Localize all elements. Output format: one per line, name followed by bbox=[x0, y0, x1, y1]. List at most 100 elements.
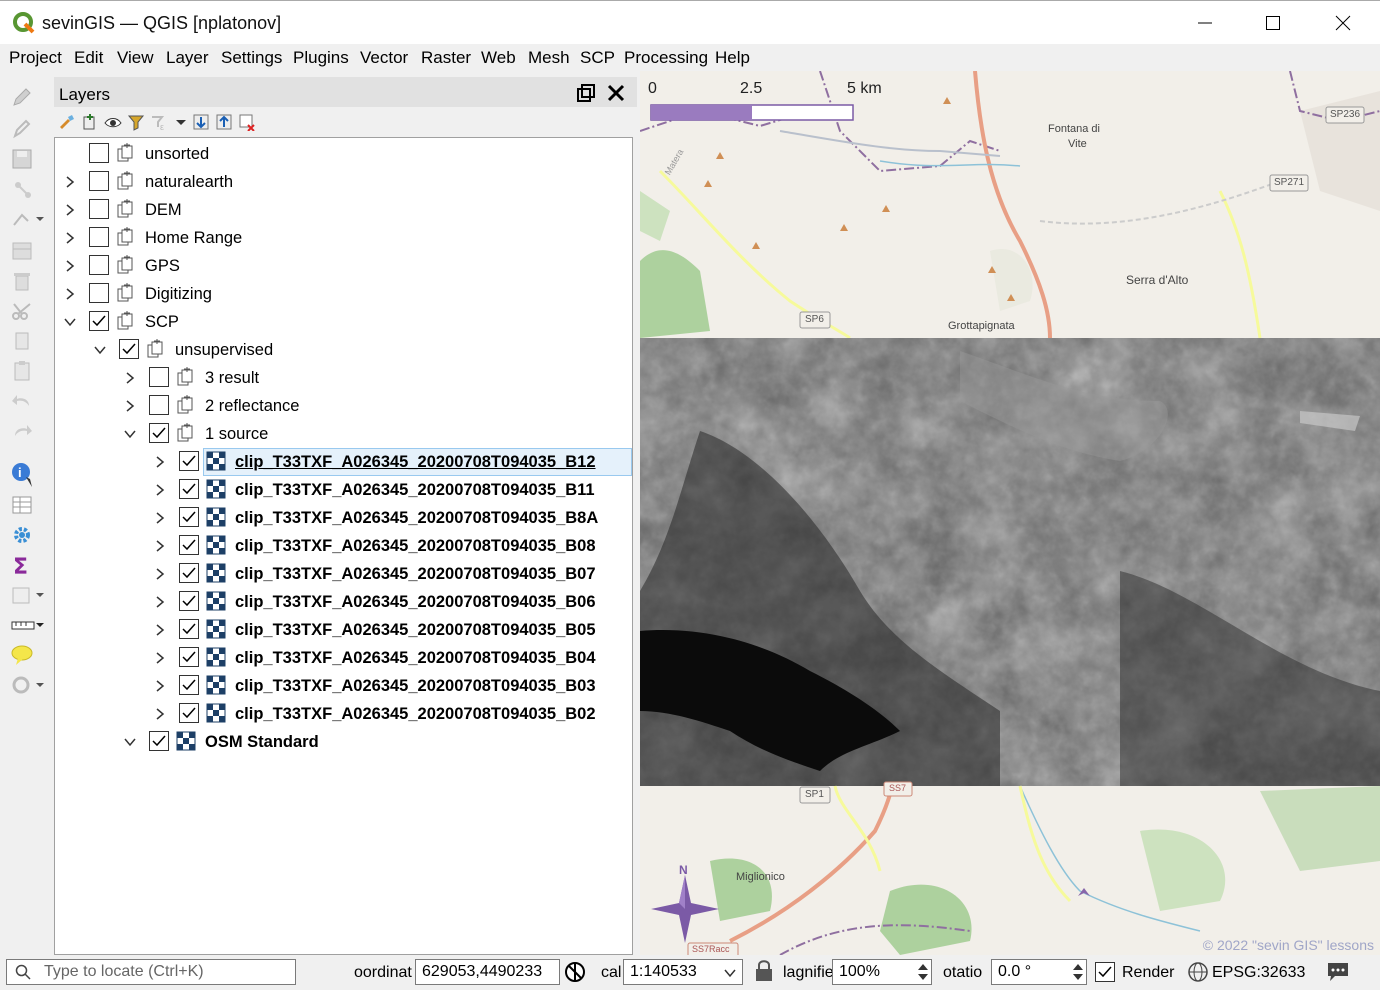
layer-tree-row[interactable]: clip_T33TXF_A026345_20200708T094035_B02 bbox=[55, 700, 632, 728]
layer-checkbox[interactable] bbox=[179, 535, 199, 555]
chevron-right-icon[interactable] bbox=[153, 679, 167, 693]
manage-visibility-icon[interactable] bbox=[104, 113, 122, 131]
menu-web[interactable]: Web bbox=[481, 48, 516, 68]
lock-icon[interactable] bbox=[754, 959, 774, 985]
locator-button[interactable] bbox=[10, 671, 44, 699]
layer-checkbox[interactable] bbox=[149, 731, 169, 751]
layer-tree-row[interactable]: clip_T33TXF_A026345_20200708T094035_B8A bbox=[55, 504, 632, 532]
layer-tree-row[interactable]: 3 result bbox=[55, 364, 632, 392]
messages-icon[interactable] bbox=[1325, 960, 1351, 986]
menu-scp[interactable]: SCP bbox=[580, 48, 615, 68]
style-manager-icon[interactable] bbox=[58, 113, 76, 131]
filter-legend-icon[interactable] bbox=[127, 113, 145, 131]
magnifier-spinbox[interactable]: 100% bbox=[832, 959, 932, 985]
save-edits-button[interactable] bbox=[10, 145, 44, 173]
chevron-right-icon[interactable] bbox=[153, 651, 167, 665]
layer-checkbox[interactable] bbox=[89, 311, 109, 331]
chevron-right-icon[interactable] bbox=[153, 567, 167, 581]
menu-help[interactable]: Help bbox=[715, 48, 750, 68]
map-tips-button[interactable] bbox=[10, 641, 44, 669]
chevron-right-icon[interactable] bbox=[123, 371, 137, 385]
paste-features-button[interactable] bbox=[10, 357, 44, 385]
float-panel-icon[interactable] bbox=[576, 83, 596, 103]
edit-button[interactable] bbox=[10, 115, 44, 143]
menu-settings[interactable]: Settings bbox=[221, 48, 282, 68]
chevron-down-icon[interactable] bbox=[93, 343, 107, 357]
layer-checkbox[interactable] bbox=[89, 171, 109, 191]
layer-checkbox[interactable] bbox=[89, 255, 109, 275]
attribute-table-button[interactable] bbox=[10, 491, 44, 519]
layer-tree-row[interactable]: DEM bbox=[55, 196, 632, 224]
layer-tree-row[interactable]: OSM Standard bbox=[55, 728, 632, 756]
chevron-right-icon[interactable] bbox=[63, 259, 77, 273]
layer-checkbox[interactable] bbox=[119, 339, 139, 359]
chevron-right-icon[interactable] bbox=[123, 399, 137, 413]
cut-features-button[interactable] bbox=[10, 297, 44, 325]
layer-tree-row-selected[interactable]: clip_T33TXF_A026345_20200708T094035_B12 bbox=[55, 448, 632, 476]
chevron-right-icon[interactable] bbox=[63, 287, 77, 301]
render-checkbox[interactable] bbox=[1095, 962, 1115, 982]
menu-view[interactable]: View bbox=[117, 48, 154, 68]
menu-edit[interactable]: Edit bbox=[74, 48, 103, 68]
menu-project[interactable]: Project bbox=[9, 48, 62, 68]
layer-tree-row[interactable]: GPS bbox=[55, 252, 632, 280]
collapse-all-icon[interactable] bbox=[215, 113, 233, 131]
layer-tree-row[interactable]: clip_T33TXF_A026345_20200708T094035_B06 bbox=[55, 588, 632, 616]
layer-checkbox[interactable] bbox=[149, 367, 169, 387]
layer-tree-row[interactable]: clip_T33TXF_A026345_20200708T094035_B05 bbox=[55, 616, 632, 644]
layer-checkbox[interactable] bbox=[89, 199, 109, 219]
chevron-right-icon[interactable] bbox=[63, 231, 77, 245]
measure-button[interactable] bbox=[10, 611, 44, 639]
toggle-extents-icon[interactable] bbox=[563, 960, 587, 986]
layer-checkbox[interactable] bbox=[179, 647, 199, 667]
layer-checkbox[interactable] bbox=[89, 143, 109, 163]
add-feature-button[interactable] bbox=[10, 175, 44, 203]
identify-features-button[interactable]: i bbox=[10, 461, 44, 489]
layer-tree-row[interactable]: naturalearth bbox=[55, 168, 632, 196]
layer-tree-row[interactable]: Digitizing bbox=[55, 280, 632, 308]
delete-selected-button[interactable] bbox=[10, 267, 44, 295]
layer-tree-row[interactable]: clip_T33TXF_A026345_20200708T094035_B07 bbox=[55, 560, 632, 588]
field-calculator-button[interactable] bbox=[10, 581, 44, 609]
layer-checkbox[interactable] bbox=[179, 451, 199, 471]
globe-icon[interactable] bbox=[1187, 961, 1209, 987]
chevron-down-icon[interactable] bbox=[123, 735, 137, 749]
chevron-right-icon[interactable] bbox=[153, 623, 167, 637]
chevron-down-icon[interactable] bbox=[123, 427, 137, 441]
layer-checkbox[interactable] bbox=[179, 591, 199, 611]
layer-tree-row[interactable]: Home Range bbox=[55, 224, 632, 252]
chevron-down-icon[interactable] bbox=[63, 315, 77, 329]
vertex-tool-button[interactable] bbox=[10, 205, 44, 233]
chevron-right-icon[interactable] bbox=[153, 539, 167, 553]
layer-checkbox[interactable] bbox=[149, 423, 169, 443]
layer-checkbox[interactable] bbox=[89, 283, 109, 303]
layer-checkbox[interactable] bbox=[179, 507, 199, 527]
undo-button[interactable] bbox=[10, 387, 44, 415]
layer-tree[interactable]: unsorted naturalearth DEM Home Range GPS bbox=[54, 137, 633, 955]
redo-button[interactable] bbox=[10, 417, 44, 445]
layer-checkbox[interactable] bbox=[179, 563, 199, 583]
layer-tree-row[interactable]: clip_T33TXF_A026345_20200708T094035_B11 bbox=[55, 476, 632, 504]
add-group-icon[interactable] bbox=[81, 113, 99, 131]
layer-tree-row[interactable]: clip_T33TXF_A026345_20200708T094035_B08 bbox=[55, 532, 632, 560]
menu-mesh[interactable]: Mesh bbox=[528, 48, 570, 68]
menu-raster[interactable]: Raster bbox=[421, 48, 471, 68]
layer-tree-row[interactable]: unsorted bbox=[55, 140, 632, 168]
chevron-right-icon[interactable] bbox=[153, 511, 167, 525]
remove-layer-icon[interactable] bbox=[238, 113, 256, 131]
layer-tree-row[interactable]: unsupervised bbox=[55, 336, 632, 364]
copy-features-button[interactable] bbox=[10, 327, 44, 355]
layer-checkbox[interactable] bbox=[89, 227, 109, 247]
chevron-right-icon[interactable] bbox=[63, 175, 77, 189]
menu-vector[interactable]: Vector bbox=[360, 48, 408, 68]
layer-tree-row[interactable]: 2 reflectance bbox=[55, 392, 632, 420]
layer-checkbox[interactable] bbox=[179, 619, 199, 639]
close-panel-icon[interactable] bbox=[606, 83, 626, 103]
menu-layer[interactable]: Layer bbox=[166, 48, 209, 68]
layer-checkbox[interactable] bbox=[149, 395, 169, 415]
close-window-button[interactable] bbox=[1308, 1, 1378, 45]
chevron-right-icon[interactable] bbox=[153, 595, 167, 609]
layer-tree-row[interactable]: clip_T33TXF_A026345_20200708T094035_B03 bbox=[55, 672, 632, 700]
menu-processing[interactable]: Processing bbox=[624, 48, 708, 68]
layer-tree-row[interactable]: 1 source bbox=[55, 420, 632, 448]
